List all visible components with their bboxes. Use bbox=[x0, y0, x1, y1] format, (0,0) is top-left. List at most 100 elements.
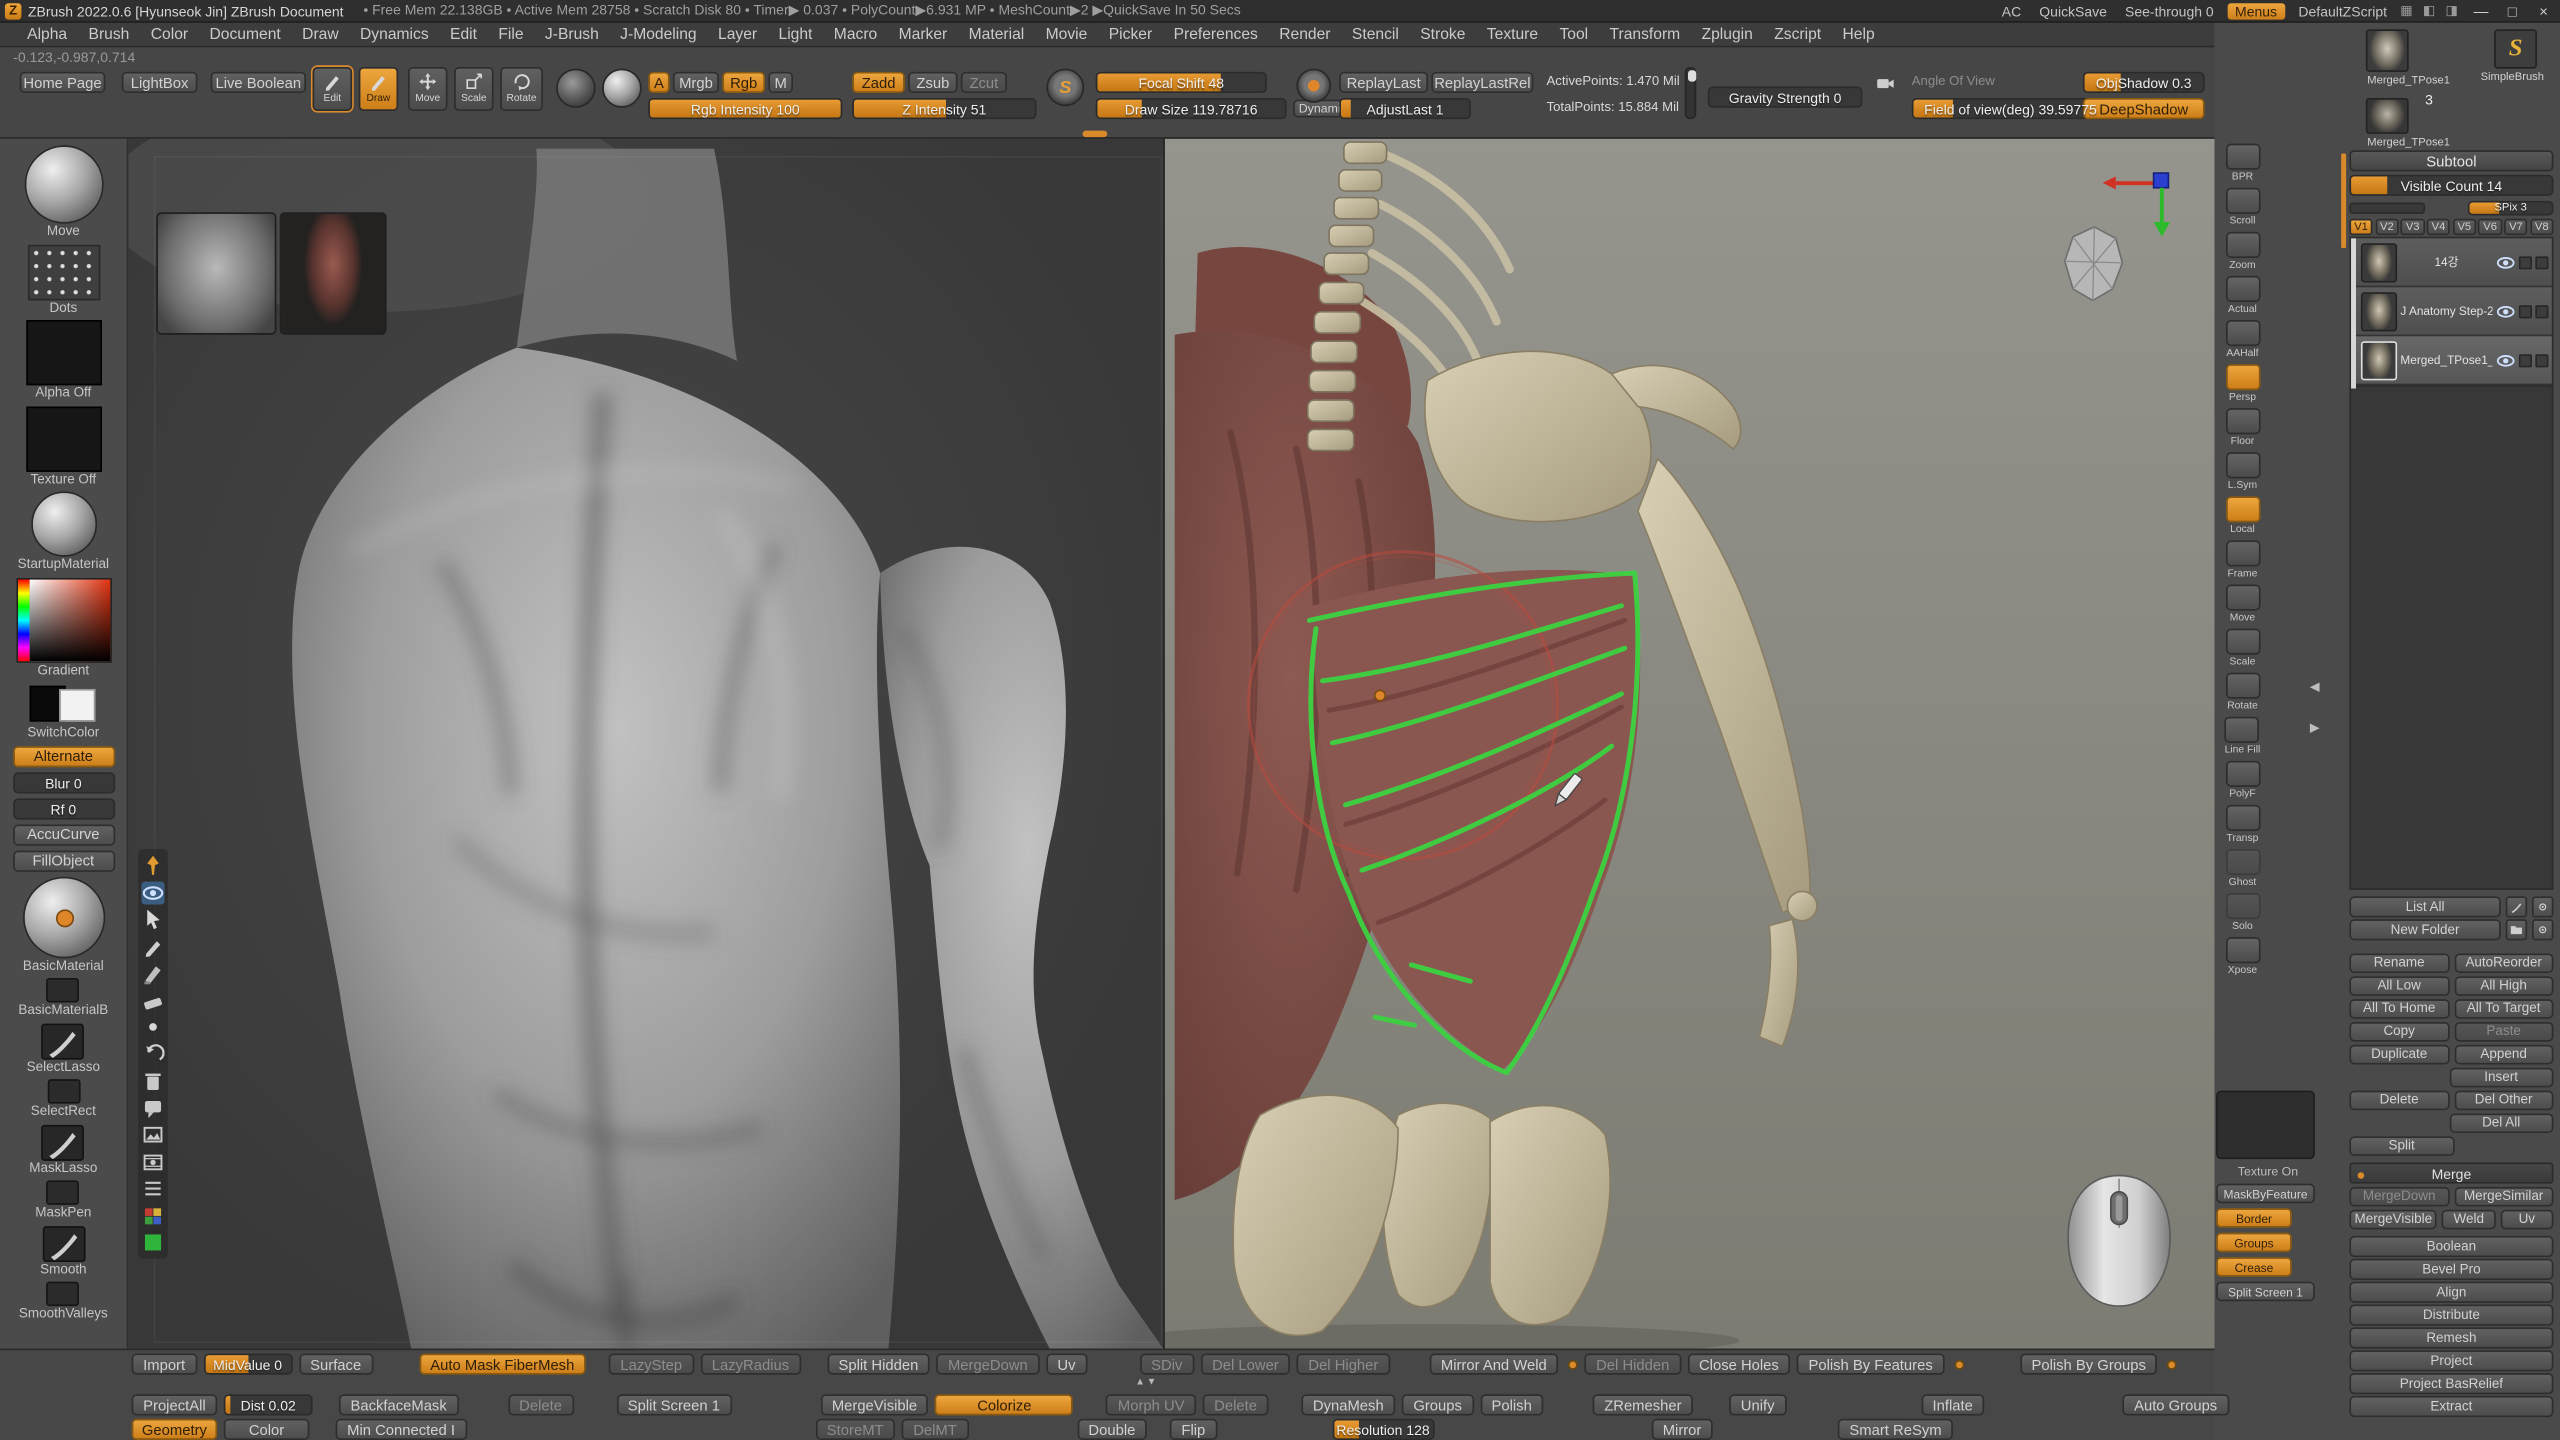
shelf-aahalf[interactable]: AAHalf bbox=[2225, 320, 2260, 358]
shelf-frame[interactable]: Frame bbox=[2225, 540, 2260, 578]
close-button[interactable]: × bbox=[2532, 2, 2555, 18]
shelf-ghost[interactable]: Ghost bbox=[2225, 849, 2260, 887]
move-button[interactable]: Move bbox=[408, 67, 447, 111]
shelf-move[interactable]: Move bbox=[2225, 584, 2260, 622]
list-icon[interactable] bbox=[141, 1177, 164, 1200]
zsub-button[interactable]: Zsub bbox=[908, 72, 957, 93]
inflate-button[interactable]: Inflate bbox=[1921, 1394, 1984, 1415]
note-icon[interactable] bbox=[141, 1096, 164, 1119]
del-hidden-button[interactable]: Del Hidden bbox=[1585, 1353, 1681, 1374]
subtool-row[interactable]: J Anatomy Step-2 bbox=[2351, 287, 2552, 336]
view-tab-v6[interactable]: V6 bbox=[2478, 219, 2501, 235]
right-canvas-pane[interactable] bbox=[1163, 139, 2214, 1349]
mergevisible-button[interactable]: MergeVisible bbox=[2349, 1209, 2437, 1229]
tray-item-alternate[interactable]: Alternate bbox=[12, 745, 114, 766]
bevel-pro-button[interactable]: Bevel Pro bbox=[2349, 1259, 2553, 1279]
tray-item-smoothvalleys[interactable]: SmoothValleys bbox=[19, 1282, 108, 1322]
button-fillobject[interactable]: FillObject bbox=[12, 850, 114, 871]
paste-button[interactable]: Paste bbox=[2454, 1021, 2554, 1041]
polish-button[interactable]: Polish bbox=[1480, 1394, 1543, 1415]
menu-macro[interactable]: Macro bbox=[823, 25, 888, 43]
zcut-button[interactable]: Zcut bbox=[961, 72, 1007, 93]
second-tool-thumbnail[interactable] bbox=[2366, 98, 2409, 134]
shelf-scroll[interactable]: Scroll bbox=[2225, 188, 2260, 226]
visibility-eye-icon[interactable] bbox=[141, 881, 164, 904]
tray-item-fillobject[interactable]: FillObject bbox=[12, 850, 114, 871]
orange-dot-icon[interactable] bbox=[1954, 1359, 1964, 1369]
color-picker-widget[interactable] bbox=[16, 577, 111, 662]
record-icon[interactable] bbox=[1296, 69, 1331, 103]
split-screen-1-button[interactable]: Split Screen 1 bbox=[616, 1394, 731, 1415]
subtool-scrollbar[interactable] bbox=[2351, 238, 2356, 388]
visible-count-slider[interactable]: Visible Count 14 bbox=[2349, 175, 2553, 196]
project-basrelief-button[interactable]: Project BasRelief bbox=[2349, 1373, 2553, 1393]
split-hidden-button[interactable]: Split Hidden bbox=[827, 1353, 930, 1374]
color-swatches[interactable] bbox=[26, 682, 102, 724]
projectall-button[interactable]: ProjectAll bbox=[132, 1394, 218, 1415]
menu-edit[interactable]: Edit bbox=[439, 25, 487, 43]
left-canvas-pane[interactable] bbox=[128, 139, 1163, 1349]
zadd-button[interactable]: Zadd bbox=[852, 72, 905, 93]
subtool-thumbnail[interactable] bbox=[2361, 340, 2397, 379]
dot-icon[interactable] bbox=[141, 1016, 164, 1039]
menu-j-brush[interactable]: J-Brush bbox=[534, 25, 609, 43]
crease-button[interactable]: Crease bbox=[2216, 1257, 2292, 1277]
insert-button[interactable]: Insert bbox=[2449, 1067, 2553, 1087]
project-button[interactable]: Project bbox=[2349, 1350, 2553, 1370]
tray-item-accucurve[interactable]: AccuCurve bbox=[12, 824, 114, 845]
rotate-button[interactable]: Rotate bbox=[500, 67, 543, 111]
replay-last-rel-button[interactable]: ReplayLastRel bbox=[1431, 72, 1533, 93]
copy-button[interactable]: Copy bbox=[2349, 1021, 2449, 1041]
simplebrush-icon[interactable]: S bbox=[2494, 29, 2537, 68]
shelf-bpr[interactable]: BPR bbox=[2225, 144, 2260, 182]
menu-help[interactable]: Help bbox=[1832, 25, 1886, 43]
palette-scrollbar[interactable] bbox=[2341, 153, 2345, 248]
film-icon[interactable] bbox=[141, 1150, 164, 1173]
menu-color[interactable]: Color bbox=[140, 25, 199, 43]
del-other-button[interactable]: Del Other bbox=[2454, 1090, 2554, 1110]
marker-icon[interactable] bbox=[141, 962, 164, 985]
shelf-line-fill[interactable]: Line Fill bbox=[2225, 717, 2261, 755]
mini-thumbnail[interactable] bbox=[47, 1282, 80, 1306]
subtool-mini-button[interactable] bbox=[2535, 256, 2548, 269]
view-tab-v5[interactable]: V5 bbox=[2453, 219, 2476, 235]
shelf-actual[interactable]: Actual bbox=[2225, 276, 2260, 314]
folder-icon[interactable] bbox=[2506, 919, 2527, 939]
subtool-thumbnail[interactable] bbox=[2361, 291, 2397, 330]
draw-button[interactable]: Draw bbox=[359, 67, 398, 111]
tray-item-basicmaterialb[interactable]: BasicMaterialB bbox=[18, 978, 108, 1018]
shelf-polyf[interactable]: PolyF bbox=[2225, 761, 2260, 799]
subtool-section-header[interactable]: Subtool bbox=[2349, 150, 2553, 171]
merge-section-header[interactable]: Merge bbox=[2349, 1162, 2553, 1183]
tray-item-alpha-off[interactable]: Alpha Off bbox=[26, 320, 102, 401]
view-tab-v4[interactable]: V4 bbox=[2427, 219, 2450, 235]
duplicate-button[interactable]: Duplicate bbox=[2349, 1044, 2449, 1064]
mergesimilar-button[interactable]: MergeSimilar bbox=[2454, 1186, 2554, 1206]
all-to-target-button[interactable]: All To Target bbox=[2454, 998, 2554, 1018]
auto-mask-fibermesh-button[interactable]: Auto Mask FiberMesh bbox=[419, 1353, 586, 1374]
groups-button[interactable]: Groups bbox=[1402, 1394, 1474, 1415]
shelf-zoom[interactable]: Zoom bbox=[2225, 232, 2260, 270]
dotmini-icon[interactable] bbox=[2532, 919, 2553, 939]
tray-item-startupmaterial[interactable]: StartupMaterial bbox=[18, 491, 109, 572]
split-button[interactable]: Split bbox=[2349, 1136, 2453, 1156]
replay-last-button[interactable]: ReplayLast bbox=[1339, 72, 1428, 93]
brushmini-icon[interactable] bbox=[2506, 896, 2527, 916]
lazyradius-button[interactable]: LazyRadius bbox=[700, 1353, 800, 1374]
view-tab-v1[interactable]: V1 bbox=[2349, 219, 2372, 235]
rgb-intensity-slider[interactable]: Rgb Intensity 100 bbox=[648, 98, 842, 119]
menu-draw[interactable]: Draw bbox=[291, 25, 349, 43]
morph-uv-button[interactable]: Morph UV bbox=[1106, 1394, 1196, 1415]
del-all-button[interactable]: Del All bbox=[2449, 1113, 2553, 1133]
menu-material[interactable]: Material bbox=[958, 25, 1035, 43]
sphere-widget[interactable] bbox=[22, 876, 104, 958]
view-tab-v7[interactable]: V7 bbox=[2504, 219, 2527, 235]
mergedown-button[interactable]: MergeDown bbox=[2349, 1186, 2449, 1206]
texture-preview[interactable] bbox=[2216, 1091, 2315, 1160]
gravity-strength-slider[interactable]: Gravity Strength 0 bbox=[1708, 87, 1863, 108]
camera-icon[interactable] bbox=[1876, 73, 1896, 93]
dots-widget[interactable] bbox=[27, 244, 99, 300]
tray-item-smooth[interactable]: Smooth bbox=[40, 1225, 86, 1276]
mini-thumbnail[interactable] bbox=[47, 1079, 80, 1103]
colorize-button[interactable]: Colorize bbox=[935, 1394, 1073, 1415]
